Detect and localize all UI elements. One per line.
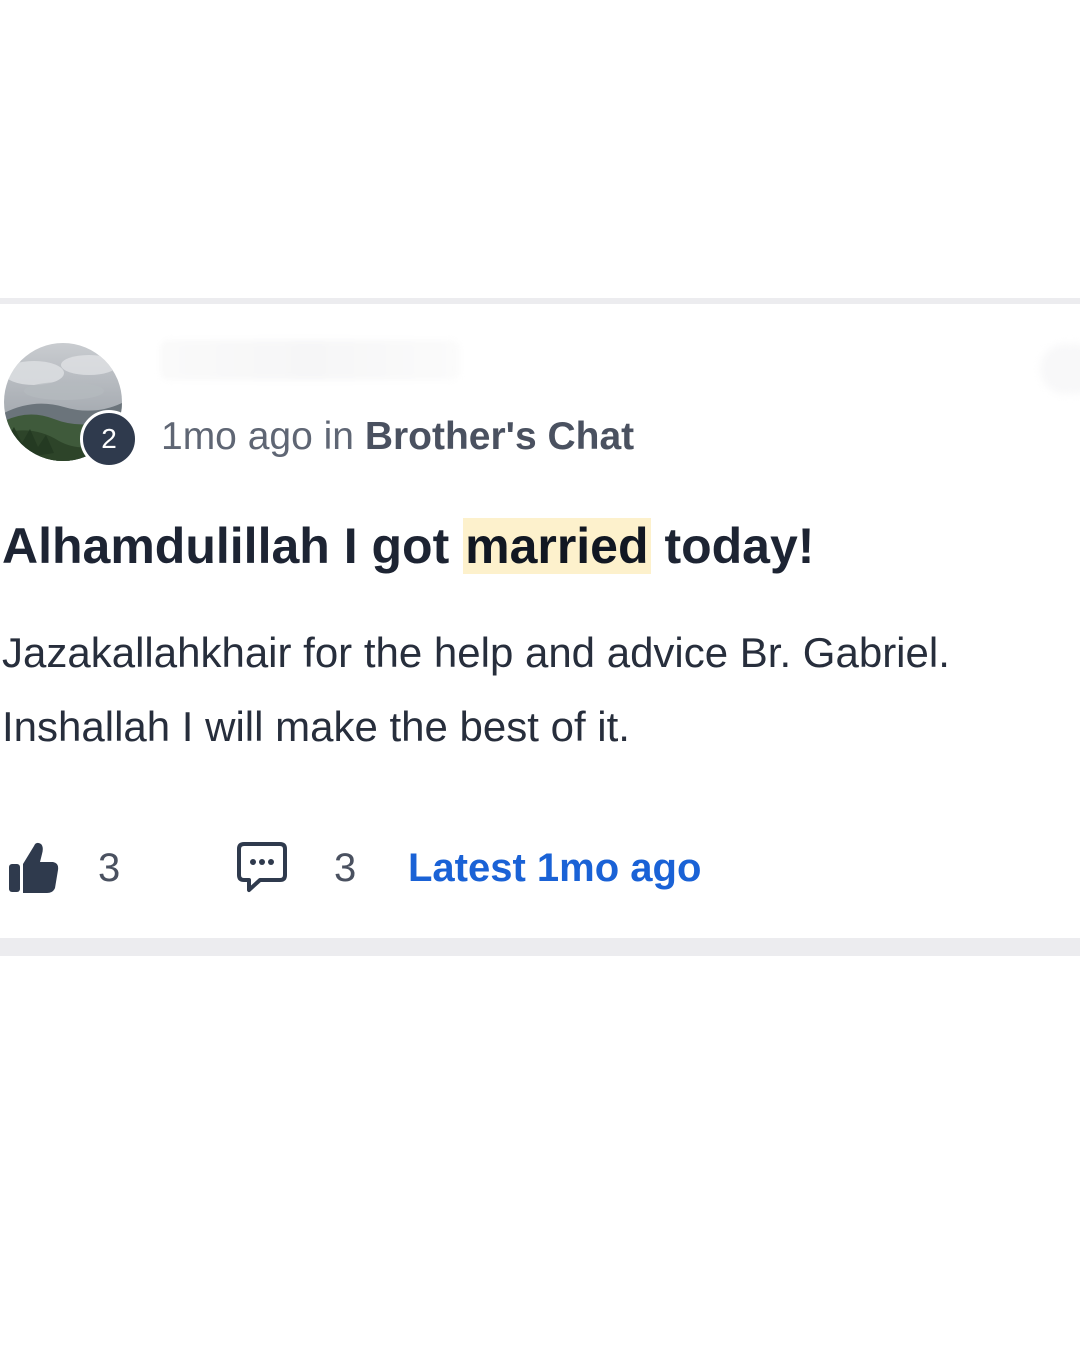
post-in-label: in xyxy=(323,415,354,458)
space-link[interactable]: Brother's Chat xyxy=(365,415,634,458)
post-footer: 3 3 Latest 1mo ago xyxy=(0,834,1080,904)
thumbs-up-icon[interactable] xyxy=(8,840,60,896)
speech-bubble-icon[interactable] xyxy=(236,840,288,894)
page: 2 1mo ago in Brother's Chat Alhamdulilla… xyxy=(0,0,1080,1350)
post-title[interactable]: Alhamdulillah I got married today! xyxy=(2,512,814,580)
post-body-line-2: Inshallah I will make the best of it. xyxy=(2,703,630,750)
latest-activity-link[interactable]: Latest 1mo ago xyxy=(408,842,701,894)
author-level-badge: 2 xyxy=(80,410,138,468)
like-count: 3 xyxy=(98,846,121,890)
post-card[interactable]: 2 1mo ago in Brother's Chat Alhamdulilla… xyxy=(0,298,1080,956)
post-body[interactable]: Jazakallahkhair for the help and advice … xyxy=(2,616,1080,764)
comment-count: 3 xyxy=(334,846,357,890)
post-time: 1mo ago xyxy=(161,415,313,458)
post-title-after: today! xyxy=(650,518,815,574)
post-title-before: Alhamdulillah I got xyxy=(2,518,464,574)
post-meta: 1mo ago in Brother's Chat xyxy=(161,412,634,462)
post-title-highlight: married xyxy=(463,518,651,574)
blurred-menu-button xyxy=(1040,344,1080,394)
post-body-line-1: Jazakallahkhair for the help and advice … xyxy=(2,629,950,676)
blurred-author-name xyxy=(160,340,460,380)
